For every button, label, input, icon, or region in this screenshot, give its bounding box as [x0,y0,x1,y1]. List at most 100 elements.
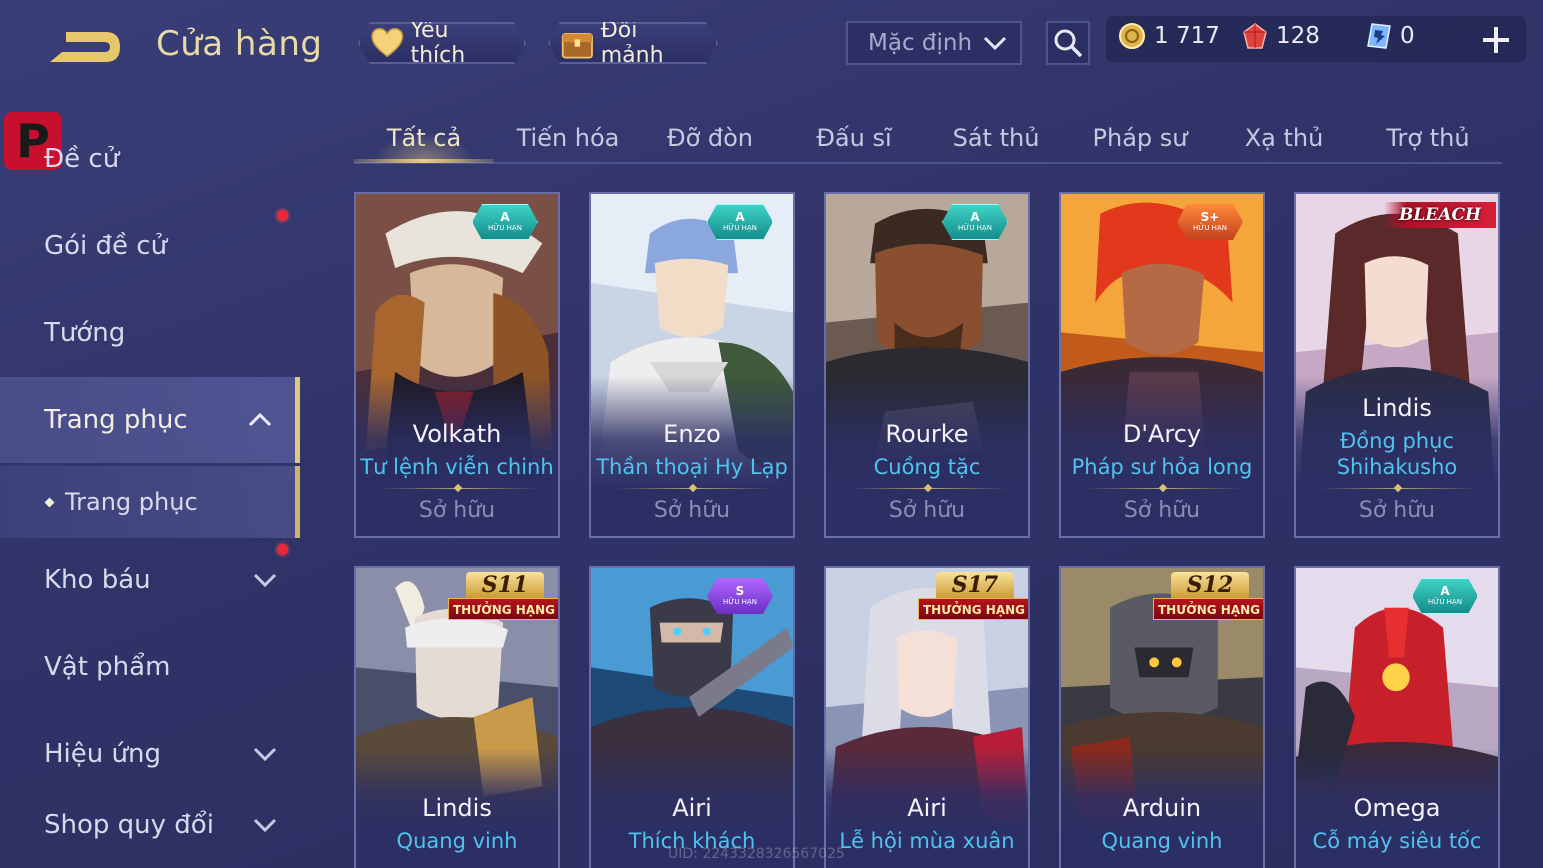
skin-name: Cỗ máy siêu tốc [1312,829,1482,853]
season-reward-badge: S17 THƯỞNG HẠNG [918,572,1028,628]
season-label: S11 [466,572,544,600]
skin-card[interactable]: S+ HỮU HẠN D'Arcy Pháp sư hỏa long Sở hữ… [1059,192,1265,538]
skin-card[interactable]: A HỮU HẠN Rourke Cuồng tặc Sở hữu [824,192,1030,538]
season-reward-badge: S12 THƯỞNG HẠNG [1153,572,1263,628]
chevron-down-icon [253,573,277,588]
ruby-amount: 128 [1276,23,1320,49]
category-tabs: Tất cả Tiến hóa Đỡ đòn Đấu sĩ Sát thủ Ph… [354,108,1502,164]
ruby-gem-icon [1243,23,1267,49]
chevron-down-icon [983,36,1007,51]
sidebar-subitem-skins[interactable]: Trang phục [0,466,300,538]
owned-status: Sở hữu [653,498,731,523]
skin-name: Thần thoại Hy Lạp [596,455,788,479]
search-icon [1054,29,1083,58]
owned-status: Sở hữu [888,498,966,523]
ranked-reward-label: THƯỞNG HẠNG [1153,598,1263,620]
grade-badge: S HỮU HẠN [707,578,773,614]
skin-card[interactable]: S17 THƯỞNG HẠNG Airi Lễ hội mùa xuân [824,566,1030,868]
grade-badge: A HỮU HẠN [472,204,538,240]
tab-support[interactable]: Trợ thủ [1358,116,1498,160]
skin-name: Quang vinh [396,829,518,853]
grade-label: S [735,584,745,598]
sidebar-item-label: Kho báu [44,565,151,595]
tab-mage[interactable]: Pháp sư [1072,116,1208,160]
add-currency-button[interactable] [1478,22,1514,58]
sidebar-item-label: Gói đề cử [44,231,168,261]
notification-dot [277,544,288,555]
skin-card[interactable]: BLEACH Lindis Đồng phục Shihakusho Sở hữ… [1294,192,1500,538]
skin-name: Cuồng tặc [873,455,981,479]
skin-card[interactable]: S HỮU HẠN Airi Thích khách [589,566,795,868]
top-bar: Cửa hàng Yêu thích Đổi mảnh Mặc định 1 7… [0,0,1543,90]
chevron-up-icon [248,412,272,427]
hero-name: Volkath [412,420,502,448]
notification-dot [277,210,288,221]
tab-active-glow [374,132,474,162]
skin-card[interactable]: S11 THƯỞNG HẠNG Lindis Quang vinh [354,566,560,868]
tab-all[interactable]: Tất cả [354,116,494,163]
grade-badge: S+ HỮU HẠN [1177,204,1243,240]
tab-fighter[interactable]: Đấu sĩ [786,116,922,160]
tab-label: Trợ thủ [1386,124,1470,152]
sidebar-item-heroes[interactable]: Tướng [0,290,300,376]
hero-name: Lindis [1362,394,1432,422]
grade-badge: A HỮU HẠN [1412,578,1478,614]
skin-card[interactable]: A HỮU HẠN Enzo Thần thoại Hy Lạp Sở hữu [589,192,795,538]
heart-icon [370,27,404,59]
sidebar-item-treasure[interactable]: Kho báu [0,537,300,623]
tab-assassin[interactable]: Sát thủ [928,116,1064,160]
sidebar-item-label: Vật phẩm [44,652,171,682]
grade-badge: A HỮU HẠN [942,204,1008,240]
skin-name: Đồng phục Shihakusho [1336,429,1458,479]
hero-name: Airi [907,794,947,822]
hero-name: Airi [672,794,712,822]
sidebar-item-recommended-packs[interactable]: Gói đề cử [0,203,300,289]
tab-marksman[interactable]: Xạ thủ [1216,116,1352,160]
limited-label: HỮU HẠN [723,598,757,606]
chevron-down-icon [253,818,277,833]
search-button[interactable] [1046,21,1090,65]
limited-label: HỮU HẠN [488,224,522,232]
tab-evolution[interactable]: Tiến hóa [500,116,636,160]
back-button[interactable] [40,22,130,72]
sidebar-item-skins[interactable]: Trang phục [0,377,300,463]
grade-label: S+ [1200,210,1220,224]
owned-status: Sở hữu [1123,498,1201,523]
page-title: Cửa hàng [156,24,323,64]
skin-card[interactable]: S12 THƯỞNG HẠNG Arduin Quang vinh [1059,566,1265,868]
skin-name: Pháp sư hỏa long [1071,455,1253,479]
tab-label: Pháp sư [1092,124,1188,152]
voucher-balance: 0 [1366,22,1415,50]
sidebar-item-label: Trang phục [65,488,198,516]
ranked-reward-label: THƯỞNG HẠNG [918,598,1028,620]
sidebar-item-items[interactable]: Vật phẩm [0,624,300,710]
sidebar-item-recommended[interactable]: Đề cử [0,116,300,202]
shard-chest-icon [560,25,595,61]
hero-name: Arduin [1122,794,1202,822]
favorites-label: Yêu thích [410,18,466,68]
hero-name: Omega [1353,794,1441,822]
grade-label: A [1440,584,1450,598]
skin-card[interactable]: A HỮU HẠN Omega Cỗ máy siêu tốc [1294,566,1500,868]
favorites-button[interactable]: Yêu thích [358,22,526,64]
bleach-collab-badge: BLEACH [1384,202,1496,228]
owned-status: Sở hữu [418,498,496,523]
season-reward-badge: S11 THƯỞNG HẠNG [448,572,558,628]
shard-exchange-label: Đổi mảnh [600,18,664,68]
skin-card[interactable]: A HỮU HẠN Volkath Tư lệnh viễn chinh Sở … [354,192,560,538]
sidebar-item-label: Đề cử [44,144,120,174]
shard-exchange-button[interactable]: Đổi mảnh [548,22,718,64]
limited-label: HỮU HẠN [1428,598,1462,606]
hero-name: Lindis [422,794,492,822]
grade-label: A [735,210,745,224]
plus-icon [1483,27,1509,53]
grade-label: A [500,210,510,224]
sort-dropdown[interactable]: Mặc định [846,21,1022,65]
season-label: S17 [936,572,1014,600]
sidebar-item-exchange-shop[interactable]: Shop quy đổi [0,782,300,868]
tab-tank[interactable]: Đỡ đòn [642,116,778,160]
chevron-down-icon [253,747,277,762]
back-arrow-icon [50,32,120,62]
skin-name: Quang vinh [1101,829,1223,853]
sidebar-item-label: Tướng [44,318,126,348]
